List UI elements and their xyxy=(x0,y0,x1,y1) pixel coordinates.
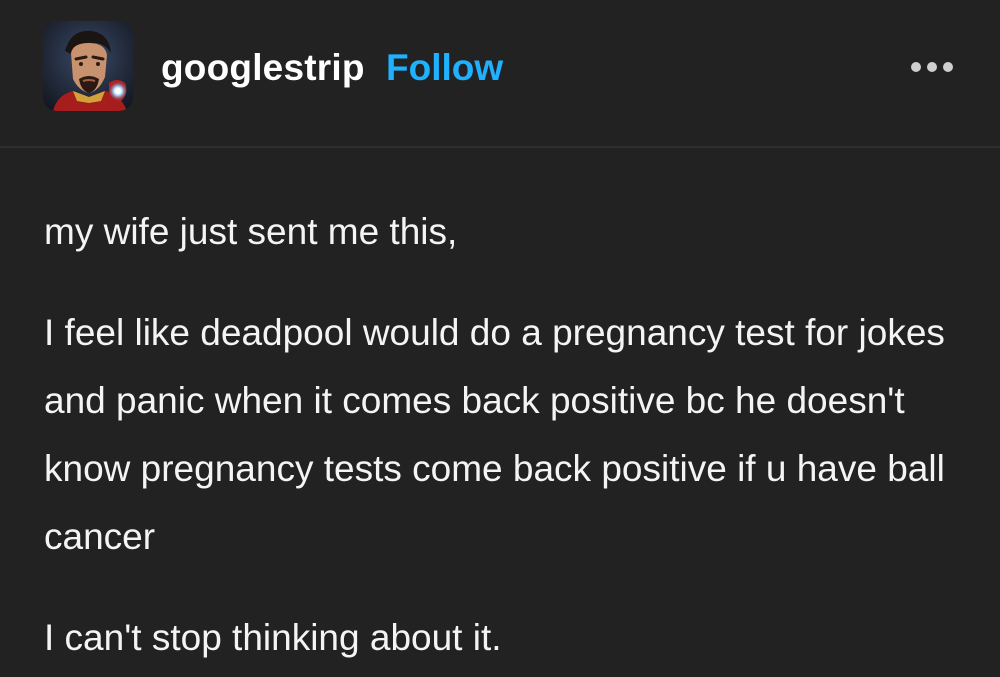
username[interactable]: googlestrip xyxy=(161,46,365,90)
avatar-image xyxy=(43,21,133,111)
post-paragraph: I can't stop thinking about it. xyxy=(44,617,502,658)
follow-button[interactable]: Follow xyxy=(386,46,503,90)
post-header: googlestrip Follow xyxy=(0,0,1000,148)
avatar[interactable] xyxy=(43,21,133,111)
more-dots-icon[interactable] xyxy=(904,52,960,82)
post-paragraph: I feel like deadpool would do a pregnanc… xyxy=(44,312,945,557)
post-paragraph: my wife just sent me this, xyxy=(44,211,458,252)
post-body: my wife just sent me this, I feel like d… xyxy=(44,198,974,672)
